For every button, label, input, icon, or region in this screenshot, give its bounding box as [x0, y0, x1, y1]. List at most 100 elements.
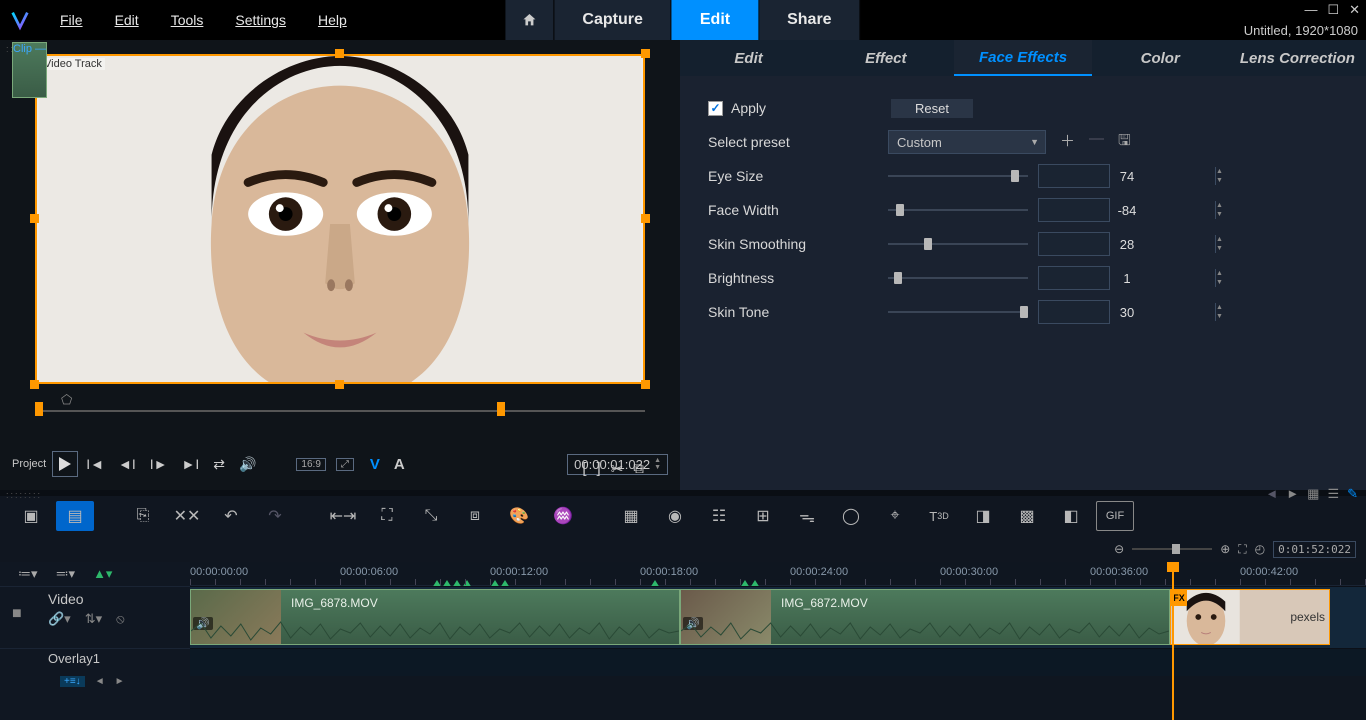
- param-slider[interactable]: [888, 168, 1028, 184]
- step-up-icon[interactable]: ▲: [1216, 167, 1223, 176]
- 3d-title-icon[interactable]: T3D: [920, 501, 958, 531]
- param-input[interactable]: ▲▼: [1038, 198, 1110, 222]
- menu-edit[interactable]: Edit: [113, 8, 141, 32]
- add-track-icon[interactable]: +≡↓: [60, 676, 85, 687]
- motion-icon[interactable]: ▦: [612, 501, 650, 531]
- pan-zoom-icon[interactable]: ⛶: [368, 501, 406, 531]
- step-down-icon[interactable]: ▼: [1216, 278, 1223, 287]
- storyboard-mode-icon[interactable]: ▣: [12, 501, 50, 531]
- lock-icon[interactable]: ⇅▾: [85, 611, 102, 627]
- fit-width-icon[interactable]: ⇤⇥: [324, 501, 362, 531]
- save-preset-icon[interactable]: 🖫: [1118, 130, 1131, 155]
- minimize-icon[interactable]: —: [1304, 2, 1317, 18]
- maximize-icon[interactable]: ☐: [1327, 2, 1339, 18]
- splitter[interactable]: :::::::: ◄ ► ▦ ☰ ✎: [0, 490, 1366, 496]
- param-input[interactable]: ▲▼: [1038, 300, 1110, 324]
- timeline-mode-icon[interactable]: ▤: [56, 501, 94, 531]
- aspect-ratio-button[interactable]: 16:9: [296, 458, 325, 471]
- mask-icon[interactable]: ◧: [1052, 501, 1090, 531]
- mark-out-icon[interactable]: ]: [597, 460, 601, 478]
- resize-handle[interactable]: [30, 214, 39, 223]
- disable-icon[interactable]: ⦸: [116, 611, 124, 627]
- step-up-icon[interactable]: ▲: [1216, 235, 1223, 244]
- param-input[interactable]: ▲▼: [1038, 232, 1110, 256]
- video-toggle[interactable]: V: [370, 456, 380, 473]
- tab-edit[interactable]: Edit: [672, 0, 759, 40]
- audio-wave-icon[interactable]: ♒: [544, 501, 582, 531]
- resize-handle[interactable]: [641, 49, 650, 58]
- clip-3[interactable]: FX pexels: [1170, 589, 1330, 645]
- preset-select[interactable]: Custom▼: [888, 130, 1046, 154]
- prev-frame-icon[interactable]: ◄I: [118, 456, 136, 472]
- playhead[interactable]: [1172, 562, 1174, 720]
- param-slider[interactable]: [888, 236, 1028, 252]
- redo-icon[interactable]: ↷: [256, 501, 294, 531]
- track-options-icon[interactable]: ≔▾: [18, 566, 38, 582]
- scroll-right-icon[interactable]: ►: [115, 676, 125, 687]
- tab-home[interactable]: [505, 0, 554, 40]
- scope-toggle[interactable]: Project Clip —: [12, 458, 46, 470]
- track-icon[interactable]: ⌖: [876, 501, 914, 531]
- undo-icon[interactable]: ↶: [212, 501, 250, 531]
- stabilize-icon[interactable]: ◯: [832, 501, 870, 531]
- go-start-icon[interactable]: I◄: [86, 456, 104, 472]
- close-icon[interactable]: ✕: [1349, 2, 1360, 18]
- panel-edit-icon[interactable]: ✎: [1347, 486, 1358, 502]
- reset-button[interactable]: Reset: [891, 99, 973, 118]
- ptab-lens-correction[interactable]: Lens Correction: [1229, 40, 1366, 76]
- clock-icon[interactable]: ◴: [1255, 542, 1265, 556]
- step-down-icon[interactable]: ▼: [1216, 176, 1223, 185]
- resize-handle[interactable]: [30, 380, 39, 389]
- menu-help[interactable]: Help: [316, 8, 349, 32]
- scroll-left-icon[interactable]: ◄: [1265, 486, 1278, 502]
- track-add-icon[interactable]: ≕▾: [56, 566, 76, 582]
- ptab-effect[interactable]: Effect: [817, 40, 954, 76]
- crop-icon[interactable]: ⧉: [633, 460, 644, 478]
- param-slider[interactable]: [888, 304, 1028, 320]
- tab-share[interactable]: Share: [759, 0, 860, 40]
- track-marker-icon[interactable]: ▲▾: [93, 566, 112, 582]
- time-ruler[interactable]: 00:00:00:0000:00:06:0000:00:12:0000:00:1…: [190, 562, 1366, 586]
- scroll-left-icon[interactable]: ◄: [95, 676, 105, 687]
- step-down-icon[interactable]: ▼: [1216, 244, 1223, 253]
- audio-toggle[interactable]: A: [394, 456, 405, 473]
- zoom-in-icon[interactable]: ⊕: [1220, 542, 1230, 556]
- tools-icon[interactable]: ✕✕: [168, 501, 206, 531]
- resize-handle[interactable]: [335, 380, 344, 389]
- menu-settings[interactable]: Settings: [233, 8, 288, 32]
- multi-trim-icon[interactable]: ⧈: [456, 501, 494, 531]
- panel-list-icon[interactable]: ☰: [1327, 486, 1339, 502]
- split-arrow-icon[interactable]: ⤡: [412, 501, 450, 531]
- step-down-icon[interactable]: ▼: [1216, 312, 1223, 321]
- loop-icon[interactable]: ⇄: [213, 456, 225, 473]
- playhead-marker[interactable]: ⬠: [61, 392, 72, 408]
- trim-out-handle[interactable]: [497, 402, 505, 416]
- mark-in-icon[interactable]: [: [582, 460, 586, 478]
- go-end-icon[interactable]: ►I: [182, 456, 200, 472]
- next-frame-icon[interactable]: I►: [150, 456, 168, 472]
- video-track-header[interactable]: ■ Video 🔗▾ ⇅▾ ⦸: [0, 586, 190, 648]
- menu-file[interactable]: File: [58, 8, 85, 32]
- trim-in-handle[interactable]: [35, 402, 43, 416]
- ptab-edit[interactable]: Edit: [680, 40, 817, 76]
- step-down-icon[interactable]: ▼: [1216, 210, 1223, 219]
- param-input[interactable]: ▲▼: [1038, 266, 1110, 290]
- link-icon[interactable]: 🔗▾: [48, 611, 71, 627]
- clip-2[interactable]: IMG_6872.MOV 🔊: [680, 589, 1170, 645]
- video-track-row[interactable]: IMG_6878.MOV 🔊 IMG_6872.MOV 🔊 FX pexels: [190, 586, 1366, 648]
- grid-icon[interactable]: ⊞: [744, 501, 782, 531]
- clip-1[interactable]: IMG_6878.MOV 🔊: [190, 589, 680, 645]
- param-slider[interactable]: [888, 202, 1028, 218]
- subtitle-icon[interactable]: ☷: [700, 501, 738, 531]
- resize-handle[interactable]: [335, 49, 344, 58]
- preview-canvas[interactable]: Video Track: [35, 54, 645, 384]
- copy-attr-icon[interactable]: ⎘: [124, 501, 162, 531]
- remove-preset-icon[interactable]: —: [1089, 130, 1104, 155]
- resize-handle[interactable]: [641, 214, 650, 223]
- menu-tools[interactable]: Tools: [169, 8, 206, 32]
- ptab-color[interactable]: Color: [1092, 40, 1229, 76]
- overlay-track-header[interactable]: Overlay1: [0, 648, 190, 676]
- overlay-track-row[interactable]: [190, 648, 1366, 676]
- gif-icon[interactable]: GIF: [1096, 501, 1134, 531]
- step-up-icon[interactable]: ▲: [1216, 303, 1223, 312]
